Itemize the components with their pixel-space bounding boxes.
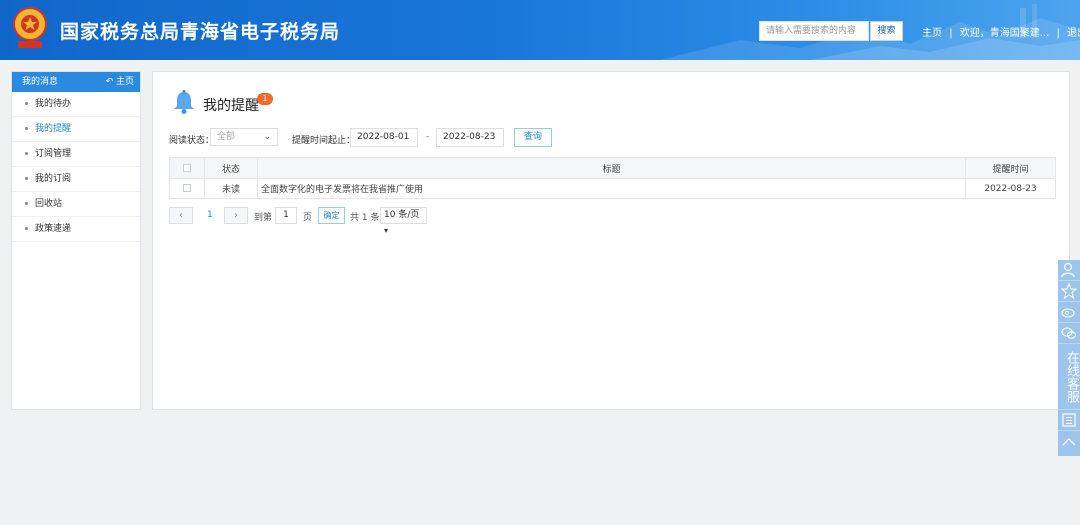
- welcome-user-link[interactable]: 欢迎，青海国聚建...: [960, 28, 1050, 39]
- end-date-input[interactable]: 2022-08-23: [436, 128, 504, 147]
- bell-icon: [174, 90, 194, 114]
- query-button[interactable]: 查询: [514, 128, 552, 147]
- read-status-label: 阅读状态：: [169, 136, 215, 146]
- user-icon[interactable]: [1058, 260, 1080, 281]
- sidebar-item-todo[interactable]: 我的待办: [12, 92, 140, 117]
- logout-link[interactable]: 退出: [1067, 28, 1080, 39]
- star-icon[interactable]: [1058, 281, 1080, 302]
- sidebar-item-reminders[interactable]: 我的提醒: [12, 117, 140, 142]
- bullet-icon: [25, 127, 28, 130]
- site-title: 国家税务总局青海省电子税务局: [60, 21, 341, 43]
- back-to-top-icon[interactable]: [1058, 431, 1080, 452]
- bullet-icon: [25, 202, 28, 205]
- row-status: 未读: [204, 178, 258, 199]
- qrcode-icon[interactable]: [1058, 410, 1080, 431]
- page-size-select[interactable]: 10 条/页 ▾: [380, 207, 427, 235]
- sidebar-item-recycle-bin[interactable]: 回收站: [12, 192, 140, 217]
- row-checkbox[interactable]: [183, 184, 191, 192]
- row-time: 2022-08-23: [965, 178, 1056, 199]
- bullet-icon: [25, 227, 28, 230]
- home-link[interactable]: 主页: [922, 28, 942, 39]
- separator: |: [949, 28, 953, 39]
- sidebar-item-policy-express[interactable]: 政策速递: [12, 217, 140, 242]
- chevron-down-icon: ▾: [384, 226, 389, 235]
- goto-label: 到第: [254, 213, 273, 223]
- search-button[interactable]: 搜索: [870, 21, 903, 41]
- row-checkbox-cell: [169, 178, 205, 199]
- message-sidebar: 我的消息 ↶ 主页 我的待办 我的提醒 订阅管理 我的订阅 回收站 政策速递: [11, 71, 141, 410]
- unread-count-badge: 1: [257, 93, 273, 105]
- row-title-link[interactable]: 全面数字化的电子发票将在我省推广使用: [257, 178, 966, 199]
- page-title: 我的提醒: [203, 98, 259, 114]
- bullet-icon: [25, 152, 28, 155]
- prev-page-button[interactable]: ‹: [169, 207, 193, 224]
- sidebar-item-my-subscriptions[interactable]: 我的订阅: [12, 167, 140, 192]
- main-panel: 我的提醒 1 阅读状态： 全部 ⌄ 提醒时间起止： 2022-08-01 - 2…: [152, 71, 1070, 410]
- start-date-input[interactable]: 2022-08-01: [350, 128, 418, 147]
- page-unit-label: 页: [303, 213, 313, 223]
- sidebar-home-link[interactable]: ↶ 主页: [106, 72, 134, 92]
- current-page-number[interactable]: 1: [207, 210, 213, 220]
- column-header-title: 标题: [257, 157, 966, 179]
- bullet-icon: [25, 102, 28, 105]
- floating-toolbar: 在线客服: [1058, 260, 1080, 456]
- goto-page-input[interactable]: 1: [275, 207, 297, 224]
- reminder-table: 状态 标题 提醒时间 未读 全面数字化的电子发票将在我省推广使用 2022-08…: [169, 157, 1056, 199]
- total-count: 共 1 条: [350, 213, 380, 223]
- separator: |: [1056, 28, 1060, 39]
- date-range-separator: -: [426, 132, 430, 142]
- tax-emblem-logo: [13, 7, 47, 48]
- table-header-row: 状态 标题 提醒时间: [169, 157, 1056, 179]
- top-links: 主页 | 欢迎，青海国聚建... | 退出: [922, 24, 1080, 39]
- back-arrow-icon: ↶: [105, 77, 114, 87]
- read-status-select[interactable]: 全部 ⌄: [210, 128, 278, 146]
- weibo-icon[interactable]: [1058, 302, 1080, 323]
- wechat-icon[interactable]: [1058, 323, 1080, 344]
- goto-confirm-button[interactable]: 确定: [318, 207, 345, 224]
- chevron-down-icon: ⌄: [263, 132, 271, 142]
- column-header-time: 提醒时间: [965, 157, 1056, 179]
- column-header-status: 状态: [204, 157, 258, 179]
- select-all-cell: [169, 157, 205, 179]
- sidebar-header: 我的消息 ↶ 主页: [12, 72, 140, 92]
- select-all-checkbox[interactable]: [183, 163, 191, 172]
- bullet-icon: [25, 177, 28, 180]
- search-input[interactable]: 请输入需要搜索的内容: [759, 21, 869, 41]
- online-service-link[interactable]: 在线客服: [1058, 344, 1080, 410]
- reminder-time-label: 提醒时间起止：: [292, 136, 356, 146]
- table-row[interactable]: 未读 全面数字化的电子发票将在我省推广使用 2022-08-23: [169, 178, 1056, 199]
- sidebar-title: 我的消息: [22, 77, 59, 87]
- sidebar-item-subscription-management[interactable]: 订阅管理: [12, 142, 140, 167]
- next-page-button[interactable]: ›: [224, 207, 248, 224]
- top-header: 国家税务总局青海省电子税务局 请输入需要搜索的内容 搜索 主页 | 欢迎，青海国…: [0, 0, 1080, 60]
